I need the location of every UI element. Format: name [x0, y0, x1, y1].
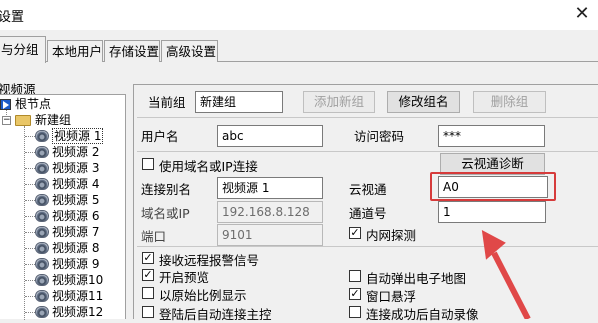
- use-domain-label: 使用域名或IP连接: [159, 159, 258, 174]
- camera-icon: [35, 178, 49, 190]
- tree-item-label: 视频源 8: [52, 241, 100, 255]
- alias-input[interactable]: 视频源 1: [217, 177, 323, 199]
- tree-item-source[interactable]: 视频源11: [35, 288, 103, 304]
- original-ratio-checkbox[interactable]: [142, 287, 154, 299]
- camera-icon: [35, 210, 49, 222]
- tree-group[interactable]: − 新建组: [0, 112, 71, 128]
- tree-item-label: 视频源 9: [52, 257, 100, 271]
- rename-group-button[interactable]: 修改组名: [387, 91, 460, 113]
- enable-preview-label: 开启预览: [159, 270, 210, 285]
- camera-icon: [35, 274, 49, 286]
- delete-group-button[interactable]: 删除组: [473, 91, 546, 113]
- camera-icon: [35, 306, 49, 318]
- tree-item-label: 视频源 5: [52, 193, 100, 207]
- tree-item-label: 视频源11: [52, 289, 104, 303]
- camera-icon: [35, 130, 49, 142]
- tree-item-source[interactable]: 视频源 1: [35, 128, 104, 144]
- enable-preview-checkbox[interactable]: ✓: [142, 269, 154, 281]
- current-group-input[interactable]: 新建组: [195, 91, 283, 113]
- channel-input[interactable]: 1: [438, 201, 546, 223]
- tree-item-source[interactable]: 视频源 9: [35, 256, 99, 272]
- expand-arrow-icon: [0, 99, 11, 110]
- camera-icon: [35, 258, 49, 270]
- auto-connect-checkbox[interactable]: [142, 306, 154, 318]
- auto-record-checkbox[interactable]: [349, 306, 361, 318]
- camera-icon: [35, 242, 49, 254]
- cloud-id-label: 云视通: [349, 182, 387, 197]
- tree-item-label: 视频源 7: [52, 225, 100, 239]
- popup-map-checkbox[interactable]: [349, 270, 361, 282]
- password-label: 访问密码: [354, 129, 405, 144]
- source-tree[interactable]: 根节点 − 新建组 视频源 1 视频源 2 视频源 3 视频源 4 视频源 5 视频源 6 视…: [0, 94, 126, 320]
- tree-item-source[interactable]: 视频源 2: [35, 144, 99, 160]
- add-group-button[interactable]: 添加新组: [303, 91, 375, 113]
- auto-connect-label: 登陆后自动连接主控: [159, 307, 272, 322]
- window-title: 设置: [0, 10, 25, 25]
- lan-detect-label: 内网探测: [366, 228, 417, 243]
- port-label: 端口: [141, 229, 167, 244]
- float-window-checkbox[interactable]: ✓: [349, 288, 361, 300]
- domain-input[interactable]: 192.168.8.128: [217, 201, 323, 223]
- original-ratio-label: 以原始比例显示: [159, 288, 247, 303]
- tree-root[interactable]: 根节点: [0, 96, 51, 112]
- receive-alarm-checkbox[interactable]: ✓: [142, 252, 154, 264]
- channel-label: 通道号: [349, 206, 387, 221]
- tree-item-source[interactable]: 视频源 5: [35, 192, 99, 208]
- highlight-box: [430, 172, 556, 201]
- camera-icon: [35, 162, 49, 174]
- float-window-label: 窗口悬浮: [366, 289, 417, 304]
- lan-detect-checkbox[interactable]: ✓: [349, 227, 361, 239]
- username-label: 用户名: [141, 129, 179, 144]
- arrow-shaft: [491, 251, 531, 319]
- tree-item-source[interactable]: 视频源 7: [35, 224, 99, 240]
- auto-record-label: 连接成功后自动录像: [366, 307, 479, 322]
- tab-local-users[interactable]: 本地用户: [47, 40, 103, 62]
- tree-item-source[interactable]: 视频源 6: [35, 208, 99, 224]
- tree-item-label: 视频源 4: [52, 177, 100, 191]
- port-input[interactable]: 9101: [217, 224, 323, 246]
- tab-advanced-settings[interactable]: 高级设置: [161, 40, 218, 62]
- camera-icon: [35, 194, 49, 206]
- divider: [137, 151, 598, 152]
- tree-item-source[interactable]: 视频源12: [35, 304, 103, 320]
- tree-item-label: 视频源 3: [52, 161, 100, 175]
- tree-item-label: 视频源10: [52, 273, 104, 287]
- divider: [137, 117, 598, 118]
- domain-label: 域名或IP: [141, 206, 190, 221]
- tree-item-label: 视频源 6: [52, 209, 100, 223]
- tab-sources-groups[interactable]: 与分组: [0, 36, 46, 63]
- tree-item-source[interactable]: 视频源 4: [35, 176, 99, 192]
- tree-item-source[interactable]: 视频源 3: [35, 160, 99, 176]
- camera-icon: [35, 226, 49, 238]
- folder-icon: [15, 115, 31, 126]
- username-input[interactable]: abc: [217, 125, 323, 147]
- password-input[interactable]: ***: [438, 125, 545, 147]
- camera-icon: [35, 290, 49, 302]
- annotation-arrow-icon: [481, 229, 531, 319]
- tree-item-source[interactable]: 视频源 8: [35, 240, 99, 256]
- tree-item-label: 视频源 2: [52, 145, 100, 159]
- popup-map-label: 自动弹出电子地图: [366, 271, 467, 286]
- tree-item-source[interactable]: 视频源10: [35, 272, 103, 288]
- collapse-icon: −: [2, 115, 11, 125]
- alias-label: 连接别名: [141, 182, 192, 197]
- title-bar: 设置 ✕: [0, 0, 598, 30]
- camera-icon: [35, 146, 49, 158]
- tree-item-label: 视频源12: [52, 305, 104, 319]
- use-domain-checkbox[interactable]: [142, 158, 154, 170]
- tree-item-label: 视频源 1: [52, 128, 104, 144]
- close-icon[interactable]: ✕: [572, 4, 592, 24]
- tab-storage-settings[interactable]: 存储设置: [104, 40, 160, 62]
- current-group-label: 当前组: [148, 95, 186, 110]
